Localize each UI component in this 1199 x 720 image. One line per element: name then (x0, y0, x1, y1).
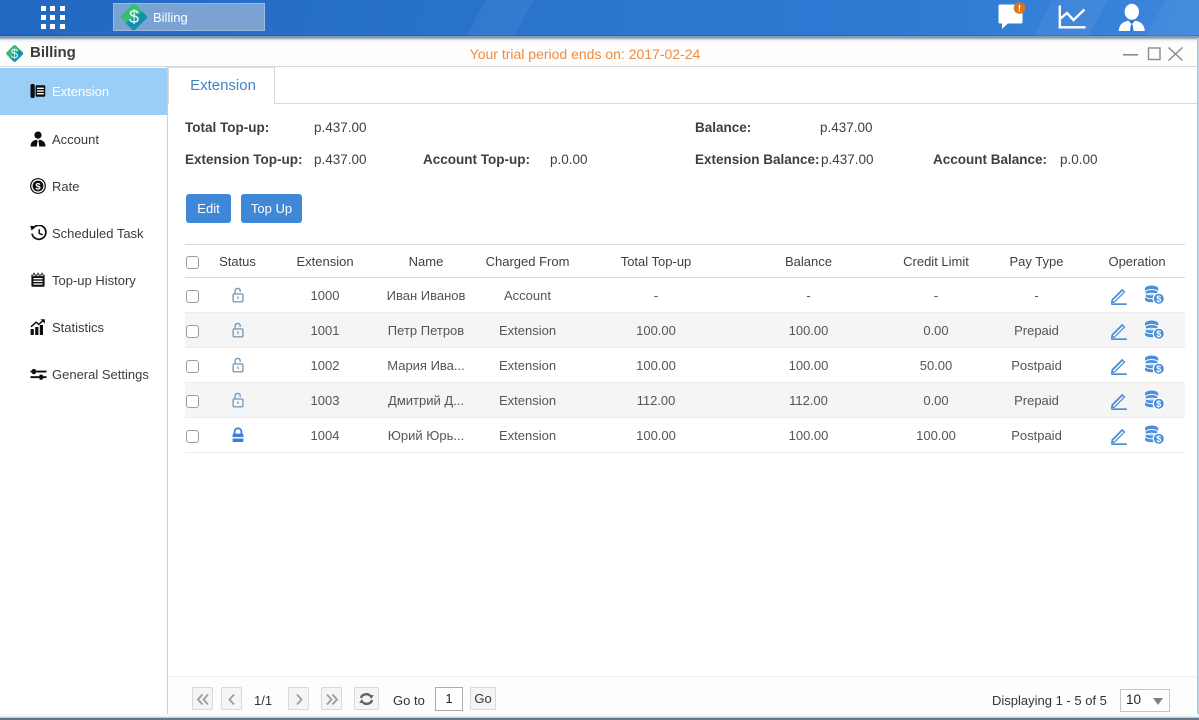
svg-text:$: $ (35, 181, 41, 192)
svg-text:!: ! (1018, 3, 1021, 14)
